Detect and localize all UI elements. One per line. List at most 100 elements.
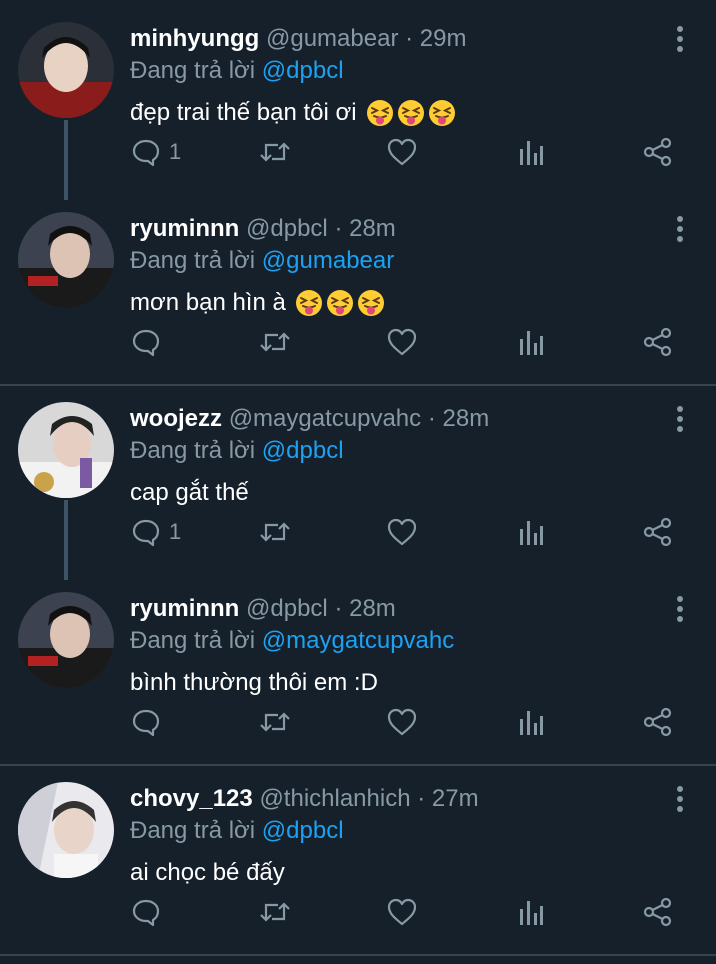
squinting-tongue-emoji: [366, 100, 393, 126]
replying-to-label: Đang trả lời: [130, 627, 256, 654]
mention-link[interactable]: @gumabear: [262, 247, 394, 274]
tweet-actions: 1: [0, 512, 716, 552]
timestamp[interactable]: 27m: [432, 785, 479, 812]
reply-icon: [131, 517, 161, 547]
share-button[interactable]: [643, 512, 673, 552]
display-name[interactable]: ryuminnn: [130, 595, 239, 622]
like-button[interactable]: [386, 512, 418, 552]
squinting-tongue-emoji: [357, 290, 384, 316]
tweet-header: chovy_123 @thichlanhich · 27m: [130, 784, 656, 814]
tweet-text: bình thường thôi em :D: [130, 666, 378, 700]
reply-button[interactable]: [131, 892, 161, 932]
replying-to: Đang trả lời @dpbcl: [130, 56, 344, 86]
tweet-text-content: mơn bạn hìn à: [130, 289, 286, 316]
display-name[interactable]: minhyungg: [130, 25, 259, 52]
heart-icon: [386, 137, 418, 167]
reply-icon: [131, 327, 161, 357]
tweet-text: cap gắt thế: [130, 476, 249, 510]
tweet-header: ryuminnn @dpbcl · 28m: [130, 594, 656, 624]
tweet-text-content: cap gắt thế: [130, 479, 249, 506]
retweet-button[interactable]: [258, 702, 292, 742]
timestamp[interactable]: 28m: [349, 595, 396, 622]
mention-link[interactable]: @dpbcl: [262, 57, 344, 84]
reply-button[interactable]: 1: [131, 132, 181, 172]
tweet-header: woojezz @maygatcupvahc · 28m: [130, 404, 656, 434]
reply-button[interactable]: [131, 322, 161, 362]
analytics-icon: [518, 517, 544, 547]
tweet-actions: [0, 702, 716, 742]
username-handle[interactable]: @dpbcl: [246, 595, 328, 622]
divider: [0, 384, 716, 386]
tweet-actions: [0, 892, 716, 932]
analytics-icon: [518, 327, 544, 357]
timestamp[interactable]: 28m: [349, 215, 396, 242]
replying-to: Đang trả lời @gumabear: [130, 246, 394, 276]
share-icon: [643, 327, 673, 357]
time-separator: ·: [334, 215, 343, 242]
share-button[interactable]: [643, 702, 673, 742]
more-vertical-icon[interactable]: [674, 214, 686, 244]
reply-button[interactable]: 1: [131, 512, 181, 552]
mention-link[interactable]: @maygatcupvahc: [262, 627, 454, 654]
avatar[interactable]: [18, 592, 114, 688]
more-vertical-icon[interactable]: [674, 24, 686, 54]
tweet-text-content: ai chọc bé đấy: [130, 859, 285, 886]
username-handle[interactable]: @maygatcupvahc: [229, 405, 421, 432]
avatar[interactable]: [18, 22, 114, 118]
reply-icon: [131, 707, 161, 737]
heart-icon: [386, 517, 418, 547]
timestamp[interactable]: 29m: [420, 25, 467, 52]
like-button[interactable]: [386, 702, 418, 742]
like-button[interactable]: [386, 132, 418, 172]
heart-icon: [386, 707, 418, 737]
analytics-button[interactable]: [518, 892, 544, 932]
tweet-text-content: bình thường thôi em :D: [130, 669, 378, 696]
mention-link[interactable]: @dpbcl: [262, 437, 344, 464]
replying-to: Đang trả lời @maygatcupvahc: [130, 626, 454, 656]
tweet-actions: [0, 322, 716, 362]
username-handle[interactable]: @dpbcl: [246, 215, 328, 242]
display-name[interactable]: woojezz: [130, 405, 222, 432]
tweet-text: mơn bạn hìn à: [130, 286, 385, 320]
analytics-button[interactable]: [518, 512, 544, 552]
tweet-text-content: đẹp trai thế bạn tôi ơi: [130, 99, 357, 126]
display-name[interactable]: ryuminnn: [130, 215, 239, 242]
like-button[interactable]: [386, 322, 418, 362]
reply-count: 1: [169, 139, 182, 164]
like-button[interactable]: [386, 892, 418, 932]
more-vertical-icon[interactable]: [674, 784, 686, 814]
timestamp[interactable]: 28m: [443, 405, 490, 432]
avatar[interactable]: [18, 402, 114, 498]
mention-link[interactable]: @dpbcl: [262, 817, 344, 844]
retweet-icon: [258, 327, 292, 357]
retweet-button[interactable]: [258, 892, 292, 932]
squinting-tongue-emoji: [326, 290, 353, 316]
retweet-button[interactable]: [258, 322, 292, 362]
squinting-tongue-emoji: [397, 100, 424, 126]
username-handle[interactable]: @thichlanhich: [259, 785, 410, 812]
username-handle[interactable]: @gumabear: [266, 25, 398, 52]
analytics-button[interactable]: [518, 322, 544, 362]
display-name[interactable]: chovy_123: [130, 785, 253, 812]
analytics-button[interactable]: [518, 132, 544, 172]
retweet-button[interactable]: [258, 132, 292, 172]
retweet-icon: [258, 137, 292, 167]
tweet-text: đẹp trai thế bạn tôi ơi: [130, 96, 456, 130]
more-vertical-icon[interactable]: [674, 594, 686, 624]
avatar[interactable]: [18, 212, 114, 308]
share-icon: [643, 707, 673, 737]
reply-count: 1: [169, 519, 182, 544]
more-vertical-icon[interactable]: [674, 404, 686, 434]
share-button[interactable]: [643, 322, 673, 362]
reply-button[interactable]: [131, 702, 161, 742]
squinting-tongue-emoji: [295, 290, 322, 316]
share-button[interactable]: [643, 892, 673, 932]
retweet-button[interactable]: [258, 512, 292, 552]
reply-icon: [131, 137, 161, 167]
emoji-group: [357, 99, 456, 127]
tweet-header: minhyungg @gumabear · 29m: [130, 24, 656, 54]
avatar[interactable]: [18, 782, 114, 878]
share-button[interactable]: [643, 132, 673, 172]
heart-icon: [386, 327, 418, 357]
analytics-button[interactable]: [518, 702, 544, 742]
